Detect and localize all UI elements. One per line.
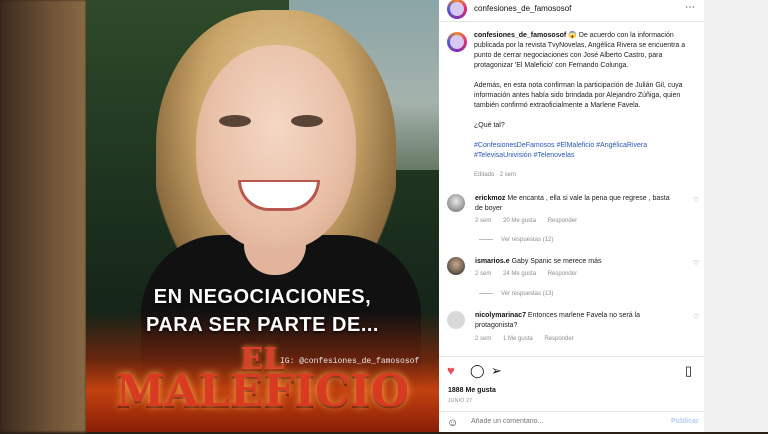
reply-button[interactable]: Responder — [548, 218, 577, 224]
comment-username[interactable]: nicolymarinac7 — [475, 312, 526, 319]
caption-paragraph-2: Además, en esta nota confirman la partic… — [474, 82, 683, 109]
caption-paragraph-3: ¿Qué tal? — [474, 122, 505, 129]
caption-username[interactable]: confesiones_de_famososof — [474, 32, 566, 39]
post-date: JUNIO 27 — [448, 398, 473, 404]
post-image[interactable]: EN NEGOCIACIONES, PARA SER PARTE DE... E… — [86, 0, 439, 432]
comment-text: nicolymarinac7 Entonces marlene Favela n… — [475, 311, 675, 331]
right-eye-shape — [291, 115, 323, 127]
add-comment-bar: ☺ Publicar — [439, 411, 704, 434]
comment-time: 2 sem — [475, 336, 492, 342]
left-eye-shape — [219, 115, 251, 127]
comment-like-heart-icon[interactable]: ♡ — [693, 259, 699, 267]
comment-like-heart-icon[interactable]: ♡ — [693, 313, 699, 321]
comment-body: Gaby Spanic se merece más — [511, 258, 602, 265]
background-right — [704, 0, 768, 432]
likes-count[interactable]: 1888 Me gusta — [448, 387, 496, 394]
comment-body: Me encanta , ella si vale la pena que re… — [475, 195, 670, 212]
comment-username[interactable]: ismarios.e — [475, 258, 510, 265]
emoji-icon[interactable]: ☺ — [447, 417, 458, 429]
comment-meta: 2 sem 24 Me gusta Responder — [475, 271, 587, 277]
caption-avatar[interactable] — [447, 32, 467, 52]
comment-likes[interactable]: 20 Me gusta — [503, 218, 536, 224]
post-side-panel: confesiones_de_famososof ⋯ confesiones_d… — [439, 0, 704, 432]
share-send-icon[interactable]: ➢ — [491, 363, 502, 379]
caption-hashtags[interactable]: #ConfesionesDeFamosos #ElMaleficio #Angé… — [474, 141, 696, 161]
author-avatar[interactable] — [447, 0, 467, 19]
image-watermark: IG: @confesiones_de_famososof — [280, 357, 420, 366]
title-maleficio: MALEFICIO — [115, 366, 410, 417]
comment-bubble-icon[interactable]: ◯ — [470, 363, 485, 379]
more-icon[interactable]: ⋯ — [685, 2, 695, 13]
comment-time: 2 sem — [475, 218, 492, 224]
commenter-avatar[interactable] — [447, 257, 465, 275]
commenter-avatar[interactable] — [447, 311, 465, 329]
reply-button[interactable]: Responder — [544, 336, 573, 342]
edited-timestamp: Editado · 2 sem — [474, 172, 517, 178]
comment-username[interactable]: erickmoz — [475, 195, 505, 202]
post-caption: confesiones_de_famososof 😱 De acuerdo co… — [474, 31, 696, 171]
comment-text: erickmoz Me encanta , ella si vale la pe… — [475, 194, 675, 214]
comment-meta: 2 sem 1 Me gusta Responder — [475, 336, 584, 342]
comment-meta: 2 sem 20 Me gusta Responder — [475, 218, 587, 224]
comment-time: 2 sem — [475, 271, 492, 277]
comment-likes[interactable]: 1 Me gusta — [503, 336, 533, 342]
blurred-background-left — [0, 0, 86, 432]
post-header: confesiones_de_famososof ⋯ — [439, 0, 704, 22]
headline-line-2: PARA SER PARTE DE... — [146, 314, 379, 336]
header-username[interactable]: confesiones_de_famososof — [474, 4, 571, 13]
view-replies-button[interactable]: Ver respuestas (13) — [479, 291, 553, 297]
face-shape — [196, 45, 356, 250]
like-heart-icon[interactable]: ♥ — [447, 363, 455, 378]
headline-line-1: EN NEGOCIACIONES, — [153, 286, 372, 308]
publish-button[interactable]: Publicar — [671, 418, 699, 425]
comment-likes[interactable]: 24 Me gusta — [503, 271, 536, 277]
comment-text: ismarios.e Gaby Spanic se merece más — [475, 257, 675, 267]
commenter-avatar[interactable] — [447, 194, 465, 212]
post-actions: ♥ ◯ ➢ ▯ 1888 Me gusta JUNIO 27 ☺ Publica… — [439, 356, 704, 433]
comment-input[interactable] — [469, 417, 653, 426]
comment-like-heart-icon[interactable]: ♡ — [693, 196, 699, 204]
view-replies-button[interactable]: Ver respuestas (12) — [479, 237, 553, 243]
reply-button[interactable]: Responder — [548, 271, 577, 277]
bookmark-icon[interactable]: ▯ — [685, 363, 692, 379]
